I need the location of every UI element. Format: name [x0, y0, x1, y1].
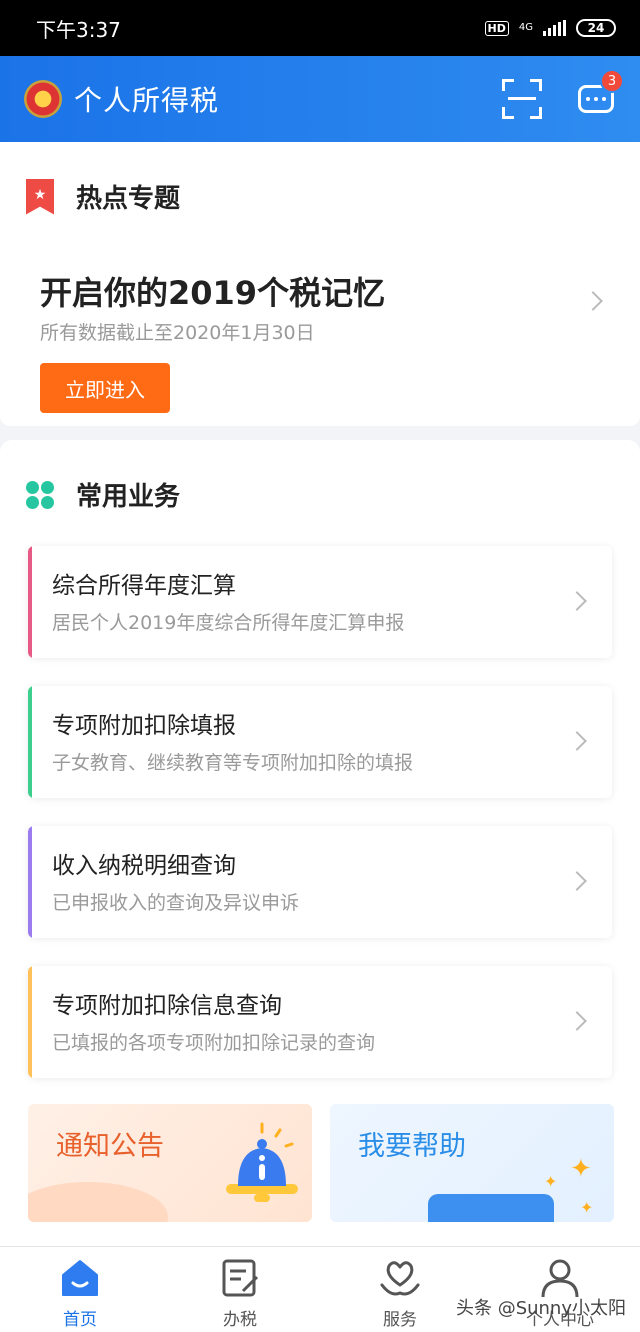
tab-home[interactable]: 首页	[0, 1247, 160, 1332]
chevron-right-icon	[567, 871, 587, 891]
tab-label: 服务	[383, 1310, 417, 1330]
watermark: 头条 @Sunny小太阳	[455, 1298, 626, 1319]
tab-label: 办税	[223, 1310, 257, 1330]
hot-topic-subtitle: 所有数据截止至2020年1月30日	[40, 322, 315, 344]
user-icon	[541, 1259, 579, 1298]
service-item-deduction-query[interactable]: 专项附加扣除信息查询 已填报的各项专项附加扣除记录的查询	[28, 966, 612, 1078]
tab-tax[interactable]: 办税	[160, 1247, 320, 1332]
signal-icon	[543, 20, 566, 36]
hot-topic-header: ★ 热点专题	[26, 178, 180, 215]
service-desc: 已申报收入的查询及异议申诉	[52, 892, 300, 914]
bell-icon	[226, 1122, 298, 1202]
services-header: 常用业务	[26, 476, 180, 513]
chevron-right-icon	[567, 591, 587, 611]
accent-bar	[28, 686, 32, 798]
heart-hand-icon	[380, 1261, 420, 1296]
chevron-right-icon[interactable]	[583, 291, 603, 311]
service-title: 专项附加扣除填报	[52, 713, 236, 739]
notice-label: 通知公告	[56, 1131, 164, 1162]
services-title: 常用业务	[76, 482, 181, 512]
message-badge: 3	[600, 69, 624, 93]
status-indicators: HD 4G 24	[484, 19, 616, 37]
hot-topic-title: 热点专题	[76, 184, 181, 214]
notice-tile[interactable]: 通知公告	[28, 1104, 312, 1222]
service-title: 综合所得年度汇算	[52, 573, 236, 599]
decorative-blob	[28, 1182, 168, 1222]
accent-bar	[28, 966, 32, 1078]
status-bar: 下午3:37 HD 4G 24	[0, 0, 640, 56]
service-item-income-query[interactable]: 收入纳税明细查询 已申报收入的查询及异议申诉	[28, 826, 612, 938]
accent-bar	[28, 546, 32, 658]
scan-icon	[502, 79, 514, 91]
app-title: 个人所得税	[74, 84, 220, 117]
network-type: 4G	[518, 22, 533, 33]
app-header: ★ 个人所得税 3	[0, 56, 640, 142]
tax-emblem-icon: ★	[24, 80, 62, 118]
service-item-deduction-filing[interactable]: 专项附加扣除填报 子女教育、继续教育等专项附加扣除的填报	[28, 686, 612, 798]
status-time: 下午3:37	[36, 17, 121, 42]
hot-topic-card: ★ 热点专题 开启你的2019个税记忆 所有数据截止至2020年1月30日 立即…	[0, 142, 640, 426]
accent-bar	[28, 826, 32, 938]
chevron-right-icon	[567, 1011, 587, 1031]
home-icon	[62, 1260, 98, 1296]
service-desc: 子女教育、继续教育等专项附加扣除的填报	[52, 752, 414, 774]
service-desc: 居民个人2019年度综合所得年度汇算申报	[52, 612, 405, 634]
edit-doc-icon	[222, 1259, 259, 1297]
hot-topic-headline[interactable]: 开启你的2019个税记忆	[40, 268, 385, 314]
service-title: 收入纳税明细查询	[52, 853, 236, 879]
sparkle-icon: ✦	[544, 1172, 558, 1191]
sparkle-icon: ✦	[580, 1198, 594, 1217]
help-label: 我要帮助	[358, 1131, 466, 1162]
help-tile[interactable]: 我要帮助 ✦ ✦ ✦	[330, 1104, 614, 1222]
sparkle-icon: ✦	[570, 1154, 592, 1184]
hd-icon: HD	[484, 20, 509, 36]
clover-icon	[26, 480, 54, 509]
chevron-right-icon	[567, 731, 587, 751]
service-desc: 已填报的各项专项附加扣除记录的查询	[52, 1032, 376, 1054]
scan-button[interactable]	[502, 79, 542, 119]
battery-level: 24	[587, 21, 605, 35]
bookmark-icon: ★	[26, 178, 54, 215]
service-title: 专项附加扣除信息查询	[52, 993, 282, 1019]
battery-icon: 24	[576, 19, 616, 37]
enter-now-button[interactable]: 立即进入	[40, 363, 170, 413]
tab-label: 首页	[63, 1310, 97, 1330]
message-button[interactable]: 3	[576, 69, 624, 119]
service-item-annual-settlement[interactable]: 综合所得年度汇算 居民个人2019年度综合所得年度汇算申报	[28, 546, 612, 658]
help-illustration	[428, 1194, 554, 1222]
